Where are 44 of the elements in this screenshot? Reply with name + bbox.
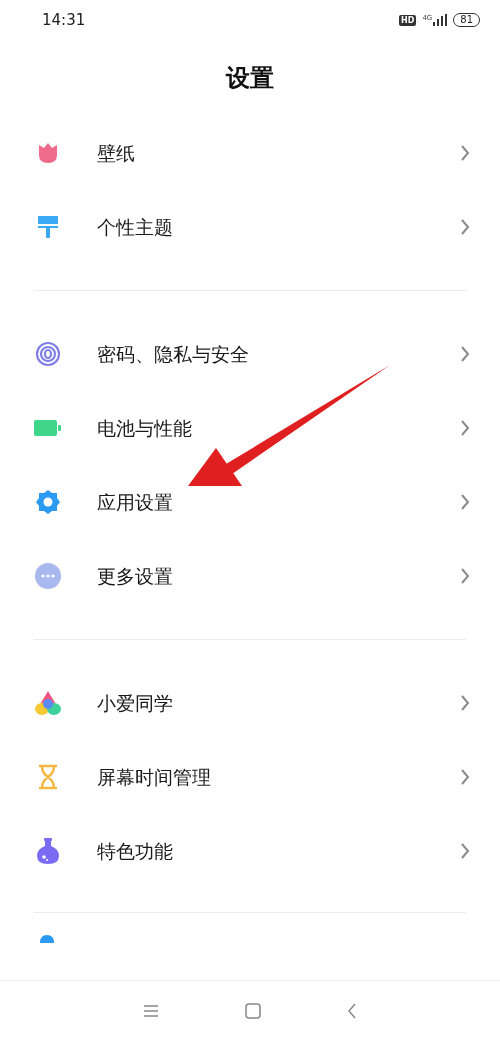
hd-badge: HD: [399, 14, 417, 26]
assistant-logo-icon: [34, 690, 62, 716]
chevron-right-icon: [460, 494, 470, 510]
tulip-icon: [36, 141, 60, 165]
paint-brush-icon: [36, 214, 60, 240]
signal-icon: [433, 14, 448, 26]
chevron-right-icon: [460, 420, 470, 436]
status-time: 14:31: [42, 9, 86, 31]
menu-icon[interactable]: [143, 1004, 159, 1017]
item-label: 密码、隐私与安全: [97, 341, 250, 367]
item-label: 屏幕时间管理: [97, 764, 212, 790]
hourglass-icon: [37, 764, 59, 790]
chevron-right-icon: [460, 695, 470, 711]
settings-item[interactable]: 电池与性能: [0, 391, 500, 465]
battery-icon: [34, 419, 62, 437]
page-title: 设置: [226, 63, 274, 94]
more-icon: [35, 563, 61, 589]
chevron-right-icon: [460, 145, 470, 161]
item-label: 电池与性能: [97, 415, 193, 441]
fingerprint-icon: [35, 341, 61, 367]
gear-icon: [35, 489, 61, 515]
account-icon: [40, 935, 54, 943]
item-label: 壁纸: [97, 140, 136, 166]
chevron-right-icon: [460, 346, 470, 362]
settings-item[interactable]: 个性主题: [0, 190, 500, 264]
settings-item[interactable]: 小爱同学: [0, 666, 500, 740]
item-label: 应用设置: [97, 489, 174, 515]
settings-item[interactable]: 屏幕时间管理: [0, 740, 500, 814]
settings-item[interactable]: 应用设置: [0, 465, 500, 539]
back-icon[interactable]: [347, 1002, 357, 1019]
chevron-right-icon: [460, 843, 470, 859]
chevron-right-icon: [460, 219, 470, 235]
settings-item[interactable]: 更多设置: [0, 539, 500, 613]
home-icon[interactable]: [245, 1002, 261, 1019]
flask-icon: [35, 837, 61, 865]
item-label: 小爱同学: [97, 690, 174, 716]
settings-item[interactable]: 壁纸: [0, 116, 500, 190]
item-label: 个性主题: [97, 214, 174, 240]
chevron-right-icon: [460, 769, 470, 785]
settings-item[interactable]: 特色功能: [0, 814, 500, 888]
chevron-right-icon: [460, 568, 470, 584]
settings-item[interactable]: 密码、隐私与安全: [0, 317, 500, 391]
item-label: 特色功能: [97, 838, 174, 864]
item-label: 更多设置: [97, 563, 174, 589]
